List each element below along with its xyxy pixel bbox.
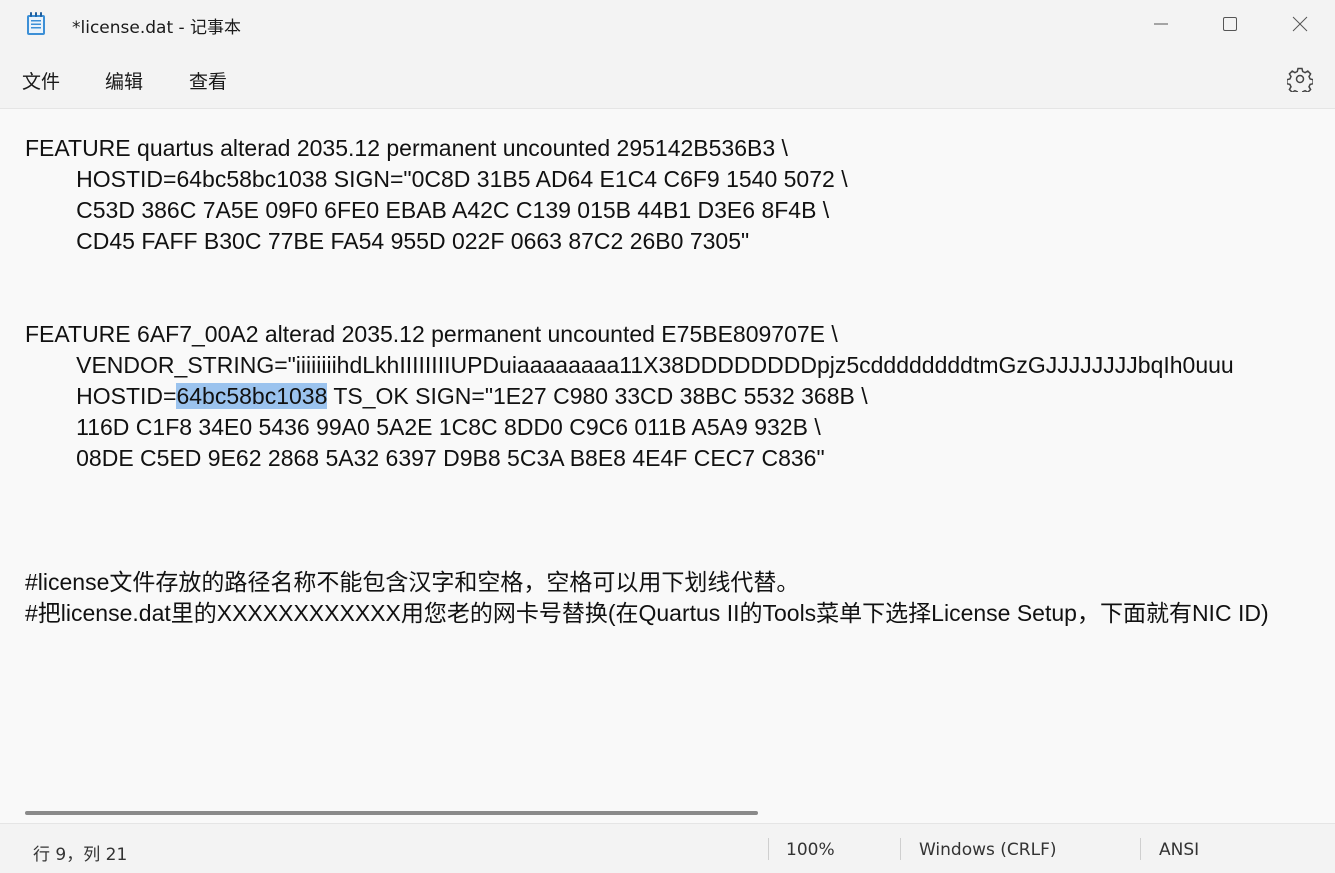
menu-file[interactable]: 文件	[22, 67, 60, 94]
minimize-button[interactable]	[1126, 0, 1196, 48]
menu-edit[interactable]: 编辑	[105, 67, 143, 94]
cursor-position: 行 9，列 21	[33, 845, 128, 865]
close-button[interactable]	[1265, 0, 1335, 48]
menu-bar: 文件 编辑 查看	[0, 48, 1335, 109]
encoding[interactable]: ANSI	[1159, 840, 1199, 860]
menu-view[interactable]: 查看	[189, 67, 227, 94]
status-bar: 行 9，列 21 100% Windows (CRLF) ANSI	[0, 823, 1335, 873]
title-bar: *license.dat - 记事本	[0, 0, 1335, 48]
line-10: 116D C1F8 34E0 5436 99A0 5A2E 1C8C 8DD0 …	[25, 414, 821, 440]
line-8: VENDOR_STRING="iiiiiiiihdLkhIIIIIIIIUPDu…	[25, 352, 1234, 378]
close-icon	[1292, 16, 1308, 32]
status-divider	[900, 838, 901, 860]
status-divider	[1140, 838, 1141, 860]
line-1: FEATURE quartus alterad 2035.12 permanen…	[25, 135, 788, 161]
line-2: HOSTID=64bc58bc1038 SIGN="0C8D 31B5 AD64…	[25, 166, 848, 192]
line-11: 08DE C5ED 9E62 2868 5A32 6397 D9B8 5C3A …	[25, 445, 825, 471]
line-3: C53D 386C 7A5E 09F0 6FE0 EBAB A42C C139 …	[25, 197, 830, 223]
line-9: HOSTID=64bc58bc1038 TS_OK SIGN="1E27 C98…	[25, 383, 868, 409]
line-9-after-selection: TS_OK SIGN="1E27 C980 33CD 38BC 5532 368…	[327, 383, 868, 409]
editor-content[interactable]: FEATURE quartus alterad 2035.12 permanen…	[25, 133, 1269, 629]
line-16: #把license.dat里的XXXXXXXXXXXX用您老的网卡号替换(在Qu…	[25, 600, 1269, 626]
horizontal-scrollbar[interactable]	[25, 811, 758, 815]
gear-icon[interactable]	[1287, 66, 1313, 92]
status-divider	[768, 838, 769, 860]
line-4: CD45 FAFF B30C 77BE FA54 955D 022F 0663 …	[25, 228, 750, 254]
minimize-icon	[1154, 23, 1168, 25]
zoom-level[interactable]: 100%	[786, 840, 835, 860]
line-7: FEATURE 6AF7_00A2 alterad 2035.12 perman…	[25, 321, 838, 347]
line-9-before-selection: HOSTID=	[25, 383, 177, 409]
maximize-button[interactable]	[1195, 0, 1265, 48]
text-selection: 64bc58bc1038	[176, 383, 328, 409]
line-ending[interactable]: Windows (CRLF)	[919, 840, 1057, 860]
window-title: *license.dat - 记事本	[72, 18, 242, 38]
line-15: #license文件存放的路径名称不能包含汉字和空格，空格可以用下划线代替。	[25, 569, 800, 595]
notepad-icon	[27, 12, 45, 35]
text-editor[interactable]: FEATURE quartus alterad 2035.12 permanen…	[0, 109, 1335, 823]
maximize-icon	[1223, 17, 1237, 31]
